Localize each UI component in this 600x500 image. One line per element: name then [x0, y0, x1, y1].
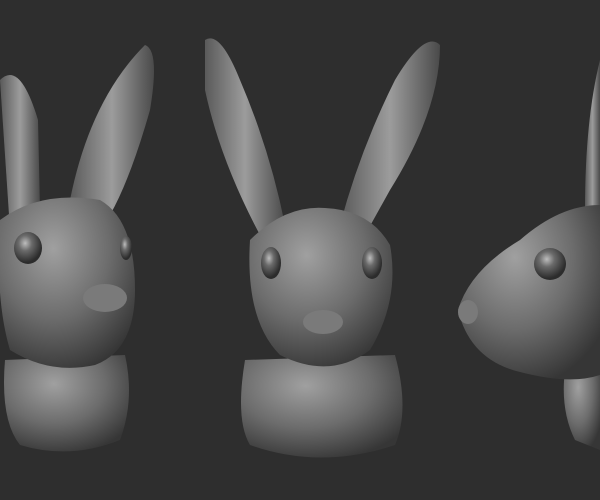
hare-nose — [83, 284, 127, 312]
hare-head — [249, 207, 393, 367]
hare-nose — [458, 300, 478, 324]
hare-eye — [14, 232, 42, 264]
hare-nose — [303, 310, 343, 334]
hare-eye — [534, 248, 566, 280]
hare-neck — [4, 355, 129, 452]
hare-eye — [120, 236, 132, 260]
hare-neck — [241, 355, 403, 458]
hare-head — [0, 197, 135, 368]
hare-eye — [261, 247, 281, 279]
sculpt-render-canvas — [0, 0, 600, 500]
hare-eye — [362, 247, 382, 279]
